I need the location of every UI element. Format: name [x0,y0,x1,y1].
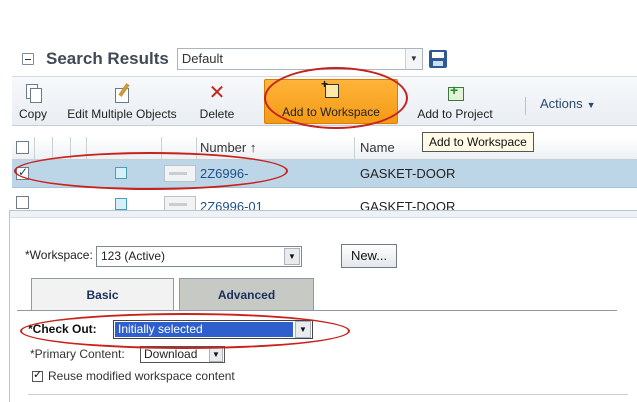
search-results-header: Search Results Default ▼ [22,46,447,72]
new-workspace-button[interactable]: New... [341,244,397,268]
tab-basic[interactable]: Basic [31,278,174,310]
toolbar-separator [525,97,526,115]
view-select[interactable]: Default ▼ [176,48,423,70]
actions-label: Actions [540,96,583,111]
edit-multiple-label: Edit Multiple Objects [67,107,177,121]
workspace-select-value: 123 (Active) [101,249,166,263]
row-checkbox[interactable] [16,196,29,209]
thumbnail-icon[interactable] [164,196,196,210]
column-header-number[interactable]: Number ↑ [200,140,256,155]
select-all-checkbox[interactable] [16,141,29,154]
actions-menu[interactable]: Actions ▼ [540,96,596,111]
delete-icon: ✕ [208,82,226,104]
part-name: GASKET-DOOR [360,199,456,210]
save-icon[interactable] [428,50,447,68]
copy-button[interactable]: Copy [18,77,48,125]
column-header-name[interactable]: Name [360,140,395,155]
primary-content-value: Download [144,347,198,361]
reuse-content-checkbox[interactable] [32,368,43,382]
delete-label: Delete [199,107,235,121]
section-divider [28,394,628,395]
copy-label: Copy [18,107,47,121]
delete-button[interactable]: ✕ Delete [196,77,238,125]
tooltip: Add to Workspace [422,132,534,152]
part-number-link[interactable]: 2Z6996-01 [200,199,263,210]
annotation-oval [20,313,350,349]
view-select-value: Default [181,51,224,66]
add-to-project-icon [445,82,465,103]
tab-divider [17,310,617,311]
edit-icon [112,83,132,103]
annotation-oval [264,67,408,129]
workspace-select[interactable]: 123 (Active) ▼ [96,246,302,267]
search-results-title: Search Results [46,49,169,68]
copy-icon [23,83,43,103]
annotation-oval [14,152,288,190]
add-to-project-label: Add to Project [417,107,493,121]
workspace-label: *Workspace: [25,248,93,262]
chevron-down-icon[interactable]: ▼ [284,248,300,265]
add-to-project-button[interactable]: Add to Project [412,77,498,125]
chevron-down-icon: ▼ [586,100,596,110]
dialog-header-strip [10,211,637,218]
edit-multiple-button[interactable]: Edit Multiple Objects [52,77,192,125]
tab-advanced[interactable]: Advanced [179,278,314,310]
part-name: GASKET-DOOR [360,166,456,181]
primary-content-label: *Primary Content: [30,347,125,361]
chevron-down-icon[interactable]: ▼ [209,347,223,362]
table-row[interactable]: 2Z6996-01 GASKET-DOOR [12,188,637,210]
chevron-down-icon[interactable]: ▼ [404,49,422,69]
reuse-content-label: Reuse modified workspace content [48,369,235,383]
collapse-icon[interactable] [22,53,34,65]
part-icon [115,198,127,210]
